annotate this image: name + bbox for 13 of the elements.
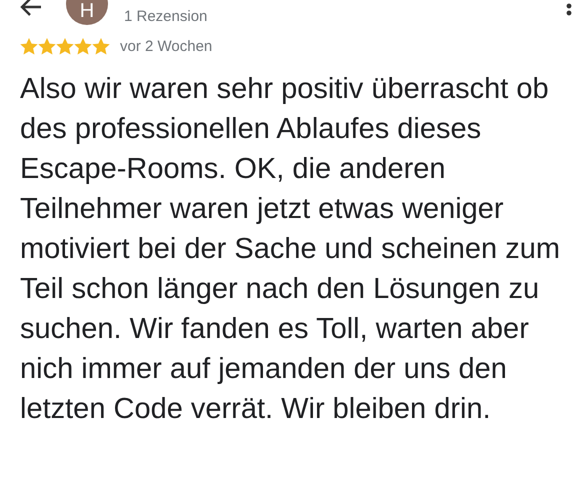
star-icon [20, 38, 38, 55]
back-button[interactable] [20, 0, 42, 16]
back-arrow-icon [20, 0, 42, 16]
review-text: Also wir waren sehr positiv überrascht ob des professionellen Ablaufes dieses Escape-Rooms. OK, die anderen Teilnehmer waren jetzt etwas weniger motiviert bei der Sache und scheinen zum Teil schon länger nach den Lösungen zu suchen. Wir fanden es Toll, warten aber nich immer auf jemanden der uns den letzten Code verrät. Wir bleiben drin. [20, 72, 560, 427]
star-icon [92, 38, 110, 55]
avatar[interactable]: H [66, 0, 108, 25]
more-icon [566, 2, 572, 16]
star-icon [74, 38, 92, 55]
review-count: 1 Rezension [124, 8, 208, 25]
star-icon [38, 38, 56, 55]
star-icon [56, 38, 74, 55]
review-date: vor 2 Wochen [120, 38, 212, 55]
more-menu-button[interactable] [566, 2, 572, 16]
